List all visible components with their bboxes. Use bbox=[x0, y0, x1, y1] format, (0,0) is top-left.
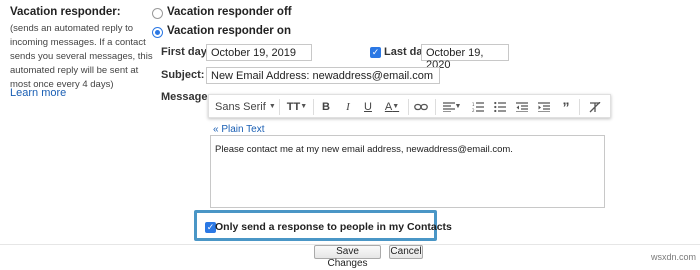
font-size-icon[interactable]: TT▼ bbox=[285, 99, 309, 115]
plain-text-link[interactable]: « Plain Text bbox=[213, 124, 265, 135]
watermark-text: wsxdn.com bbox=[651, 252, 697, 262]
toolbar-divider bbox=[279, 99, 280, 115]
cancel-button[interactable]: Cancel bbox=[389, 245, 423, 259]
last-day-checkbox[interactable]: ✓ bbox=[370, 47, 381, 58]
responder-off-label[interactable]: Vacation responder off bbox=[167, 6, 292, 18]
numbered-list-icon[interactable]: 12 bbox=[471, 99, 485, 115]
vacation-responder-title: Vacation responder: bbox=[10, 6, 121, 18]
message-body-text: Please contact me at my new email addres… bbox=[215, 144, 513, 155]
svg-text:1: 1 bbox=[472, 102, 475, 107]
contacts-only-label[interactable]: Only send a response to people in my Con… bbox=[215, 221, 452, 233]
responder-on-radio[interactable] bbox=[152, 27, 163, 38]
remove-formatting-icon[interactable] bbox=[587, 99, 603, 115]
subject-label: Subject: bbox=[161, 69, 205, 81]
toolbar-divider bbox=[313, 99, 314, 115]
bold-icon[interactable]: B bbox=[319, 99, 333, 115]
subject-input[interactable]: New Email Address: newaddress@email.com bbox=[206, 67, 440, 84]
indent-less-icon[interactable] bbox=[515, 99, 529, 115]
font-family-select[interactable]: Sans Serif ▼ bbox=[215, 99, 277, 115]
responder-on-label[interactable]: Vacation responder on bbox=[167, 25, 291, 37]
indent-more-icon[interactable] bbox=[537, 99, 551, 115]
toolbar-divider bbox=[408, 99, 409, 115]
text-color-icon[interactable]: A▼ bbox=[381, 99, 403, 115]
save-changes-button[interactable]: Save Changes bbox=[314, 245, 381, 269]
vacation-responder-description: (sends an automated reply to incoming me… bbox=[10, 23, 153, 90]
learn-more-link[interactable]: Learn more bbox=[10, 87, 66, 99]
message-label: Message: bbox=[161, 91, 212, 103]
underline-icon[interactable]: U bbox=[361, 99, 375, 115]
first-day-label: First day: bbox=[161, 46, 211, 58]
toolbar-divider bbox=[579, 99, 580, 115]
last-day-input[interactable]: October 19, 2020 bbox=[421, 44, 509, 71]
quote-icon[interactable]: ” bbox=[559, 99, 573, 115]
bulleted-list-icon[interactable] bbox=[493, 99, 507, 115]
formatting-toolbar: Sans Serif ▼ TT▼ B I U A▼ ▼ 12 ” bbox=[208, 94, 611, 118]
message-editor[interactable]: Please contact me at my new email addres… bbox=[210, 135, 605, 208]
font-family-value: Sans Serif bbox=[215, 101, 266, 113]
link-icon[interactable] bbox=[413, 99, 429, 115]
responder-off-radio[interactable] bbox=[152, 8, 163, 19]
italic-icon[interactable]: I bbox=[341, 99, 355, 115]
chevron-down-icon: ▼ bbox=[268, 103, 276, 111]
first-day-input[interactable]: October 19, 2019 bbox=[206, 44, 312, 61]
toolbar-divider bbox=[435, 99, 436, 115]
align-icon[interactable]: ▼ bbox=[441, 99, 463, 115]
svg-text:2: 2 bbox=[472, 108, 475, 112]
